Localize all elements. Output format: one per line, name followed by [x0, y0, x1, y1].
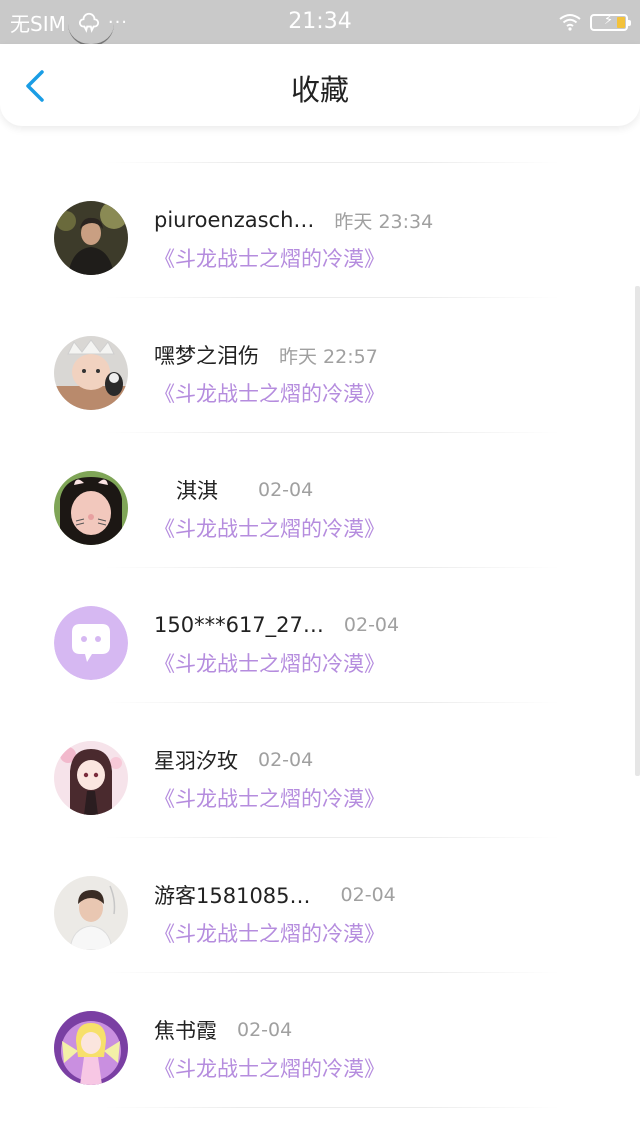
favorites-list[interactable]: piuroenzasch… 昨天 23:34 《斗龙战士之熠的冷漠》 嘿梦之泪伤… [0, 44, 640, 1138]
username[interactable]: 游客1581085… [154, 880, 311, 910]
username[interactable]: 星羽汐玫 [154, 745, 238, 775]
name-row: 嘿梦之泪伤 昨天 22:57 [154, 340, 378, 370]
name-row: piuroenzasch… 昨天 23:34 [154, 205, 433, 235]
avatar[interactable] [54, 876, 128, 950]
avatar[interactable] [54, 741, 128, 815]
username[interactable]: 嘿梦之泪伤 [154, 340, 259, 370]
scrollbar[interactable] [635, 286, 640, 776]
battery-level [617, 16, 625, 28]
timestamp: 02-04 [237, 1019, 293, 1041]
username[interactable]: 焦书霞 [154, 1015, 217, 1045]
username[interactable]: 淇淇 [176, 475, 218, 505]
book-title-link[interactable]: 《斗龙战士之熠的冷漠》 [154, 1053, 385, 1083]
book-title-link[interactable]: 《斗龙战士之熠的冷漠》 [154, 918, 385, 948]
name-row: 淇淇 02-04 [154, 475, 313, 505]
book-title-link[interactable]: 《斗龙战士之熠的冷漠》 [154, 783, 385, 813]
username[interactable]: 150***617_27… [154, 613, 324, 637]
divider [104, 1107, 560, 1108]
list-item[interactable]: 150***617_27… 02-04 《斗龙战士之熠的冷漠》 [0, 568, 640, 703]
charging-bolt-icon: ⚡ [604, 12, 614, 28]
name-row: 150***617_27… 02-04 [154, 610, 399, 640]
list-item[interactable]: piuroenzasch… 昨天 23:34 《斗龙战士之熠的冷漠》 [0, 163, 640, 298]
timestamp: 昨天 23:34 [334, 210, 434, 233]
list-item[interactable]: 嘿梦之泪伤 昨天 22:57 《斗龙战士之熠的冷漠》 [0, 298, 640, 433]
list-item[interactable]: 游客1581085… 02-04 《斗龙战士之熠的冷漠》 [0, 838, 640, 973]
timestamp: 02-04 [343, 614, 400, 636]
username[interactable]: piuroenzasch… [154, 208, 314, 232]
avatar[interactable] [54, 1011, 128, 1085]
list-item[interactable]: 星羽汐玫 02-04 《斗龙战士之熠的冷漠》 [0, 703, 640, 838]
name-row: 焦书霞 02-04 [154, 1015, 292, 1045]
book-title-link[interactable]: 《斗龙战士之熠的冷漠》 [154, 513, 385, 543]
list-item[interactable]: 焦书霞 02-04 《斗龙战士之熠的冷漠》 [0, 973, 640, 1108]
header: 收藏 [0, 44, 640, 126]
avatar[interactable] [54, 201, 128, 275]
name-row: 游客1581085… 02-04 [154, 880, 396, 910]
default-avatar-icon[interactable] [54, 606, 128, 680]
timestamp: 02-04 [340, 884, 396, 906]
name-row: 星羽汐玫 02-04 [154, 745, 313, 775]
book-title-link[interactable]: 《斗龙战士之熠的冷漠》 [154, 243, 385, 273]
timestamp: 02-04 [258, 749, 314, 771]
avatar [68, 24, 114, 46]
book-title-link[interactable]: 《斗龙战士之熠的冷漠》 [154, 378, 385, 408]
timestamp: 昨天 22:57 [279, 345, 378, 368]
page-title: 收藏 [290, 73, 349, 107]
timestamp: 02-04 [258, 479, 314, 501]
book-title-link[interactable]: 《斗龙战士之熠的冷漠》 [154, 648, 385, 678]
avatar[interactable] [54, 471, 128, 545]
list-item[interactable]: 淇淇 02-04 《斗龙战士之熠的冷漠》 [0, 433, 640, 568]
avatar[interactable] [54, 336, 128, 410]
